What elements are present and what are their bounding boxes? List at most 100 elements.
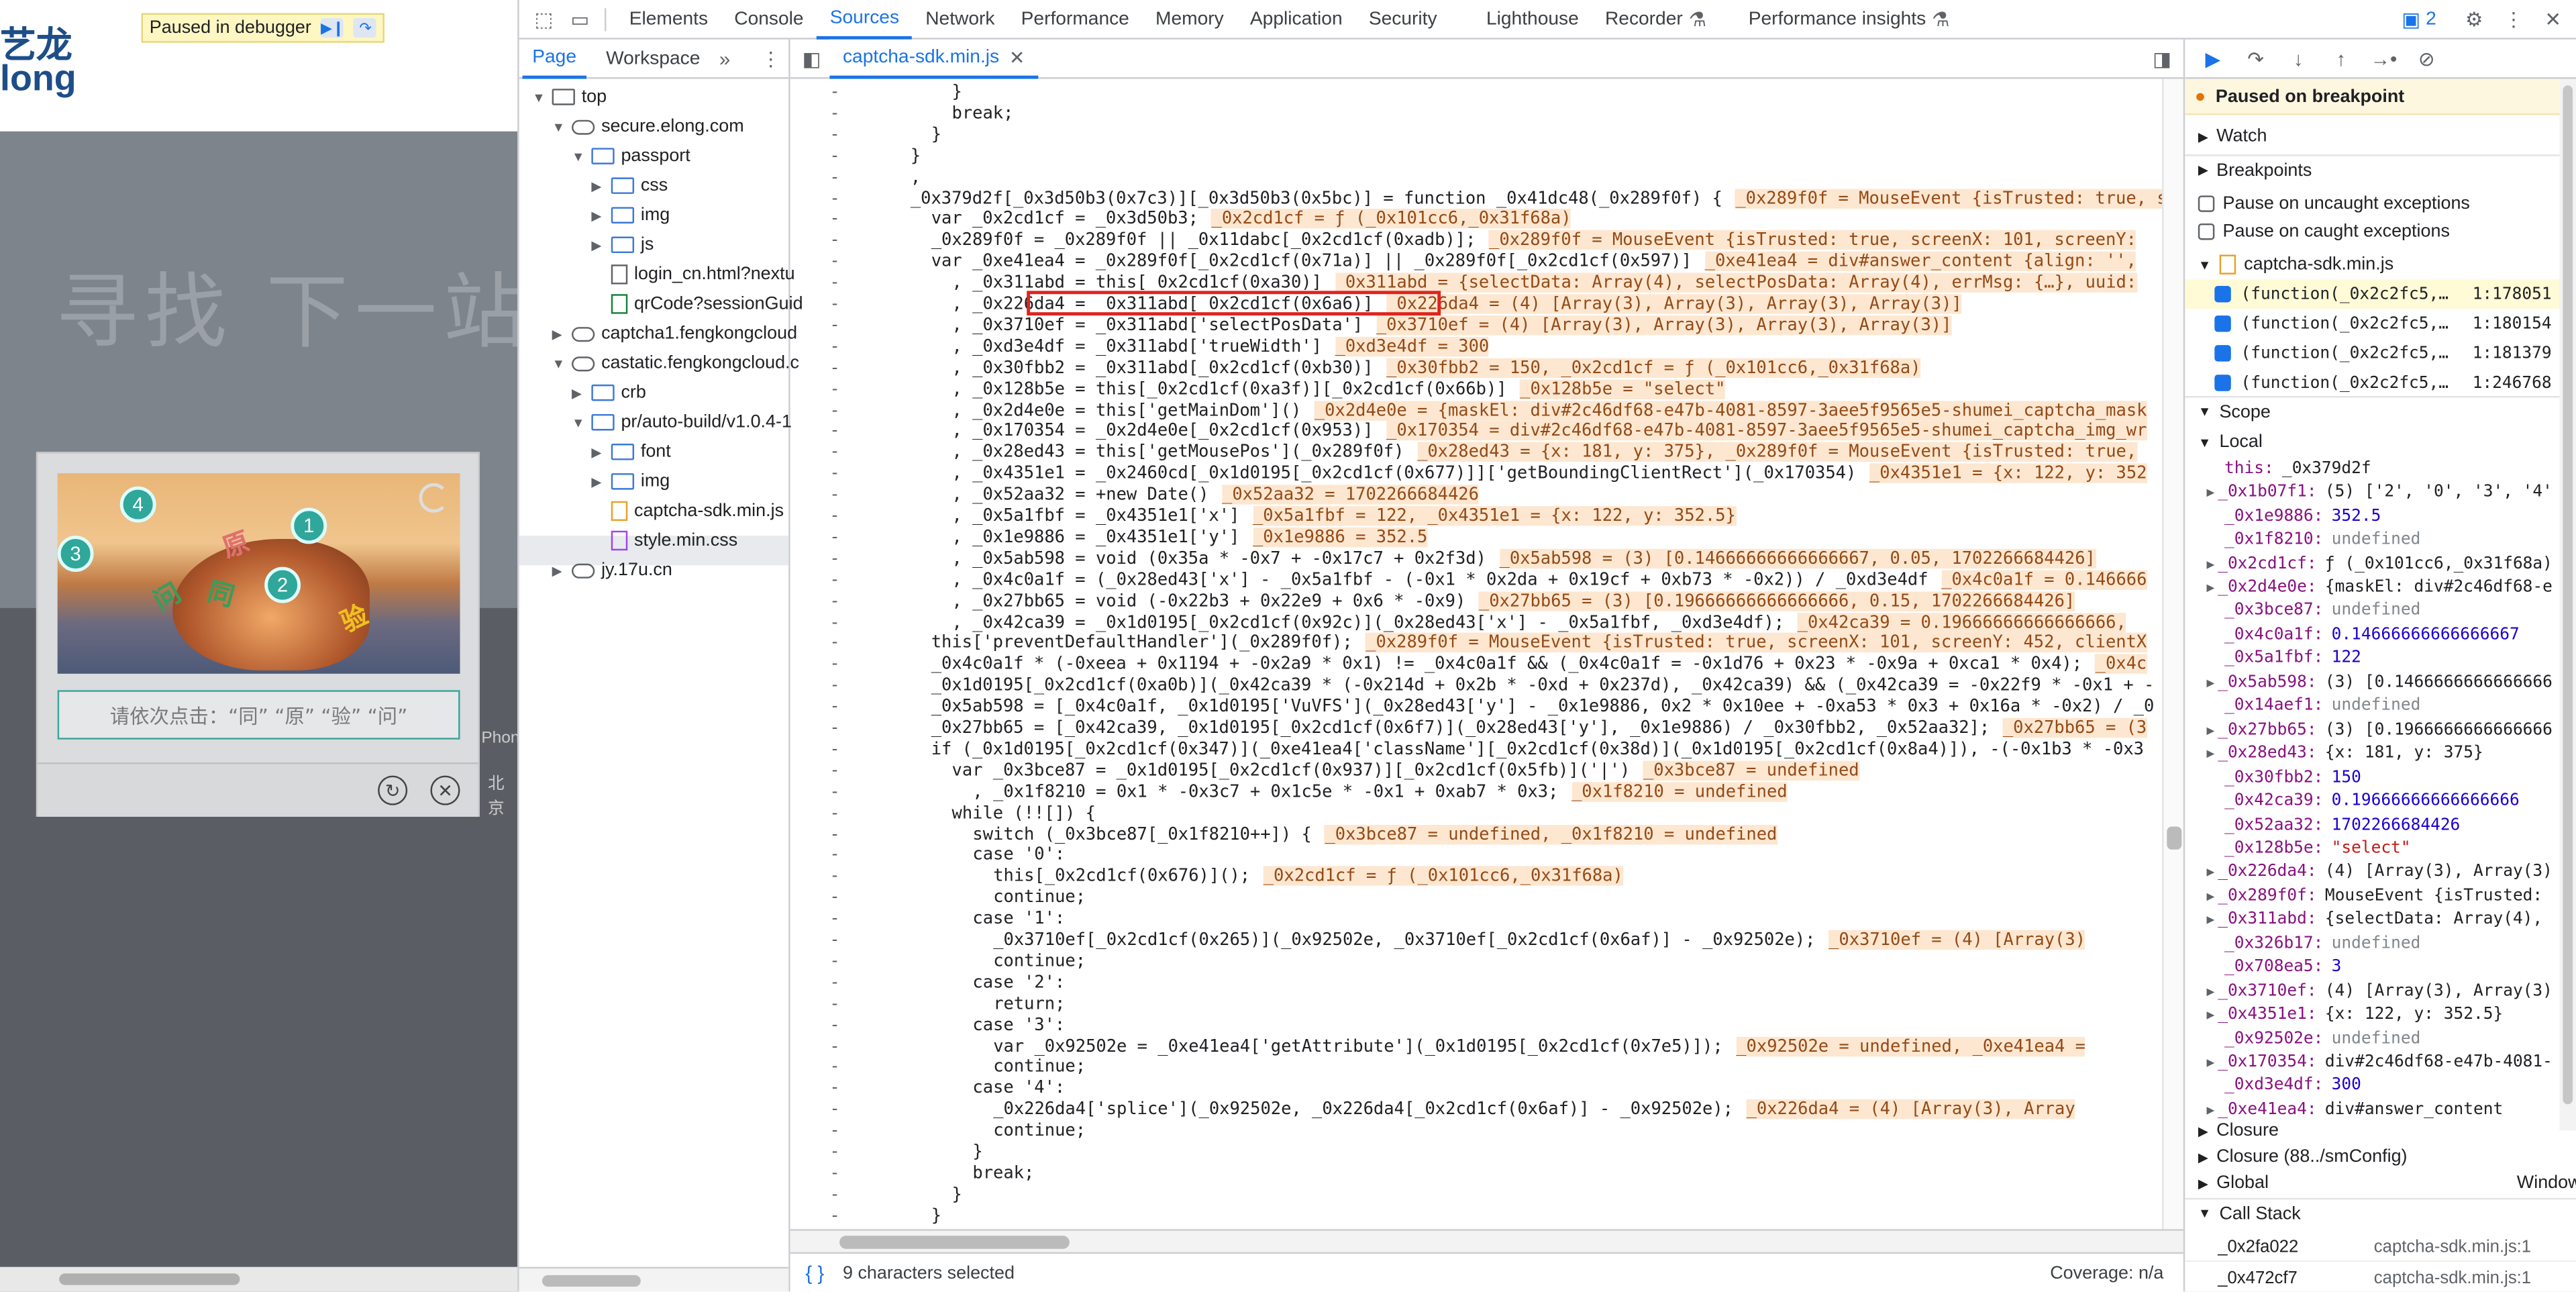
step-icon[interactable]: →• [2369,44,2398,73]
code-line[interactable]: - , _0x128b5e = this[_0x2cd1cf(0xa3f)][_0… [790,379,2183,401]
expanded-triangle-icon[interactable]: ▼ [532,89,546,104]
code-line[interactable]: - break; [790,1163,2183,1185]
expand-icon[interactable]: ▶ [2185,485,2214,500]
line-gutter-marker[interactable]: - [829,676,839,697]
line-gutter-marker[interactable]: - [829,782,839,803]
line-gutter-marker[interactable]: - [829,634,839,655]
breakpoint-checkbox[interactable] [2214,345,2231,362]
line-gutter-marker[interactable]: - [829,336,839,358]
line-gutter-marker[interactable]: - [829,1205,839,1227]
line-gutter-marker[interactable]: - [829,760,839,782]
scope-variable[interactable]: ▶ _0x2d4e0e: {maskEl: div#2c46df68-e [2185,576,2576,600]
bp-file-row[interactable]: ▼ captcha-sdk.min.js [2185,250,2576,279]
sidebar-scrollbar[interactable] [2559,79,2576,1131]
code-line[interactable]: - var _0x2cd1cf = _0x3d50b3; _0x2cd1cf = ƒ… [790,209,2183,231]
code-line[interactable]: -} [790,125,2183,146]
line-gutter-marker[interactable]: - [829,1099,839,1121]
scope-variable[interactable]: _0x30fbb2: 150 [2185,766,2576,790]
line-gutter-marker[interactable]: - [829,591,839,612]
expanded-triangle-icon[interactable]: ▼ [552,119,566,134]
code-line[interactable]: -, _0x226da4 = _0x311abd[_0x2cd1cf(0x6a6… [790,294,2183,315]
closure-scope[interactable]: ▶ Closure [2185,1115,2576,1145]
tab-console[interactable]: Console [721,0,817,39]
code-line[interactable]: - _0x3710ef[_0x2cd1cf(0x265)](_0x92502e, … [790,930,2183,952]
scope-variable[interactable]: ▶ _0x1b07f1: (5) ['2', '0', '3', '4' [2185,481,2576,505]
editor-horizontal-scrollbar[interactable] [790,1229,2183,1252]
line-gutter-marker[interactable]: - [829,803,839,824]
scope-variable[interactable]: _0x42ca39: 0.19666666666666666 [2185,789,2576,813]
line-gutter-marker[interactable]: - [829,888,839,909]
scope-variable[interactable]: ▶ _0x27bb65: (3) [0.1966666666666666 [2185,718,2576,742]
line-gutter-marker[interactable]: - [829,125,839,146]
local-scope[interactable]: ▼ Local [2185,428,2576,457]
line-gutter-marker[interactable]: - [829,230,839,252]
resume-icon[interactable]: ▶ [2198,44,2228,73]
code-line[interactable]: - _0x1d0195[_0x2cd1cf(0xa0b)](_0x42ca39 *… [790,676,2183,697]
tab-performance-insights[interactable]: Performance insights [1735,0,1939,39]
expand-icon[interactable]: ▶ [2185,722,2214,737]
line-gutter-marker[interactable]: - [829,273,839,295]
navigator-menu-icon[interactable]: ⋮ [756,44,786,73]
code-line[interactable]: - this['preventDefaultHandler'](_0x289f0f… [790,633,2183,655]
code-line[interactable]: - if (_0x1d0195[_0x2cd1cf(0x347)](_0xe41e… [790,739,2183,760]
expanded-triangle-icon[interactable]: ▼ [572,149,585,164]
line-gutter-marker[interactable]: - [829,909,839,930]
code-line[interactable]: - , _0xd3e4df = _0x311abd['trueWidth'] _0x… [790,336,2183,358]
line-gutter-marker[interactable]: - [829,1185,839,1206]
expand-icon[interactable]: ▶ [2185,675,2214,690]
callstack-section[interactable]: ▼ Call Stack [2185,1197,2576,1228]
scope-variable[interactable]: ▶ _0x5ab598: (3) [0.1466666666666666 [2185,670,2576,695]
close-icon[interactable]: ✕ [430,775,460,805]
collapsed-triangle-icon[interactable]: ▶ [572,385,585,400]
refresh-icon[interactable]: ↻ [378,775,408,805]
scope-variable[interactable]: ▶ _0x4351e1: {x: 122, y: 352.5} [2185,1003,2576,1027]
code-line[interactable]: - , _0x5a1fbf = _0x4351e1['x'] _0x5a1fbf =… [790,506,2183,528]
expand-icon[interactable]: ▶ [2185,1007,2214,1022]
tab-workspace[interactable]: Workspace [596,39,710,79]
line-gutter-marker[interactable]: - [829,845,839,866]
line-gutter-marker[interactable]: - [829,612,839,634]
collapsed-triangle-icon[interactable]: ▶ [552,326,566,341]
collapsed-triangle-icon[interactable]: ▶ [552,563,566,578]
code-line[interactable]: - , _0x28ed43 = this['getMousePos'](_0x28… [790,442,2183,464]
editor-vertical-scrollbar[interactable] [2161,79,2183,1230]
line-gutter-marker[interactable]: - [829,993,839,1015]
scope-variable[interactable]: _0x128b5e: "select" [2185,837,2576,861]
code-line[interactable]: - continue; [790,951,2183,973]
line-gutter-marker[interactable]: - [829,400,839,421]
code-line[interactable]: - case '3': [790,1015,2183,1036]
collapsed-triangle-icon[interactable]: ▶ [591,238,605,252]
more-options-icon[interactable]: ⋮ [2499,4,2528,34]
deactivate-breakpoints-icon[interactable]: ⊘ [2412,44,2441,73]
tree-item[interactable]: captcha-sdk.min.js [591,496,784,526]
tree-item[interactable]: ▼ castatic.fengkongcloud.c [552,348,799,378]
closure-smconfig-scope[interactable]: ▶ Closure (88../smConfig) [2185,1142,2576,1172]
line-gutter-marker[interactable]: - [829,866,839,888]
code-line[interactable]: - _0x289f0f = _0x289f0f || _0x11dabc[_0x2… [790,230,2183,252]
line-gutter-marker[interactable]: - [829,252,839,273]
code-line[interactable]: - , _0x27bb65 = void (-0x22b3 + 0x22e9 + … [790,591,2183,612]
tree-item[interactable]: style.min.css [591,526,737,555]
scope-variable[interactable]: _0xd3e4df: 300 [2185,1074,2576,1098]
step-over-icon[interactable]: ↷ [2240,44,2270,73]
line-gutter-marker[interactable]: - [829,1015,839,1036]
issues-icon[interactable]: ▣ [2396,4,2426,34]
breakpoint-item[interactable]: (function(_0x2c2fc5,… 1:246768 [2185,368,2576,397]
tree-item[interactable]: ▶ captcha1.fengkongcloud [552,319,797,348]
scope-variable[interactable]: _0x708ea5: 3 [2185,956,2576,980]
more-tabs-chevron-icon[interactable]: » [710,44,739,73]
scope-variable[interactable]: ▶ _0x311abd: {selectData: Array(4), [2185,908,2576,932]
collapsed-triangle-icon[interactable]: ▶ [591,179,605,193]
expand-icon[interactable]: ▶ [2185,746,2214,761]
expand-icon[interactable]: ▶ [2185,580,2214,595]
scope-variable[interactable]: _0x92502e: undefined [2185,1027,2576,1051]
expand-icon[interactable]: ▶ [2185,984,2214,999]
scope-variable[interactable]: ▶ _0x2cd1cf: ƒ (_0x101cc6,_0x31f68a) [2185,552,2576,576]
global-scope[interactable]: ▶ Global Window [2185,1169,2576,1198]
code-line[interactable]: -} [790,1205,2183,1227]
line-gutter-marker[interactable]: - [829,188,839,209]
pause-caught-checkbox[interactable] [2198,223,2215,240]
line-gutter-marker[interactable]: - [829,739,839,760]
code-line[interactable]: - this[_0x2cd1cf(0x676)](); _0x2cd1cf = ƒ … [790,866,2183,888]
line-gutter-marker[interactable]: - [829,697,839,718]
